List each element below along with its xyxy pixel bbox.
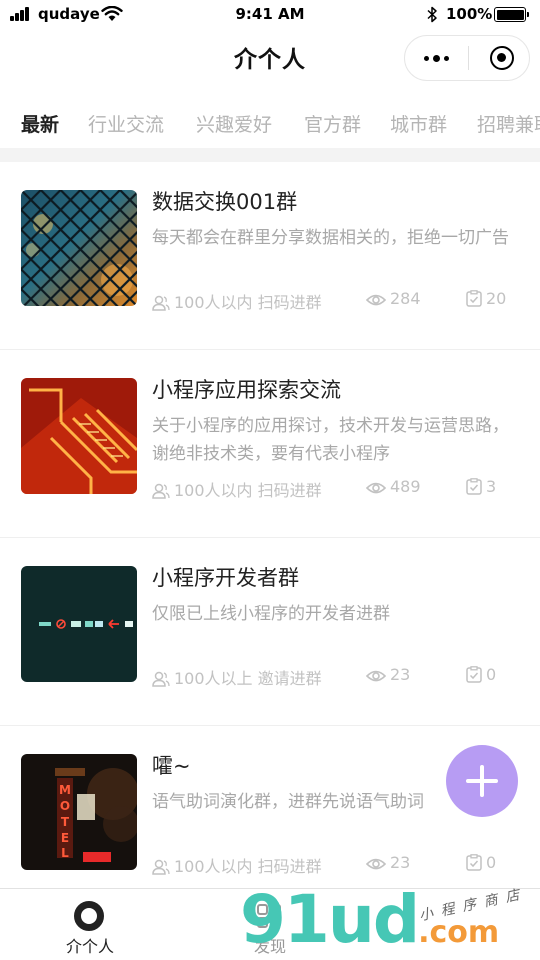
group-views: 23 [365, 665, 411, 684]
group-title: 嚯~ [152, 754, 191, 778]
group-card[interactable]: 小程序开发者群 仅限已上线小程序的开发者进群 100人以上 邀请进群 23 0 [0, 538, 540, 726]
add-group-button[interactable] [446, 745, 518, 817]
svg-text:M: M [59, 783, 71, 797]
group-count: 0 [466, 665, 496, 684]
group-count-text: 0 [486, 665, 497, 684]
tabbar-label-home: 介个人 [65, 937, 114, 956]
more-button[interactable] [405, 36, 468, 80]
tab-industry[interactable]: 行业交流 [88, 110, 164, 137]
svg-text:O: O [60, 799, 70, 813]
group-size-text: 100人以内 扫码进群 [174, 293, 322, 312]
group-title: 数据交换001群 [152, 190, 298, 214]
battery-percent: 100% [446, 5, 493, 23]
status-bar: qudaye 9:41 AM 100% [0, 0, 540, 30]
tab-hobbies[interactable]: 兴趣爱好 [196, 110, 272, 137]
eye-icon [365, 858, 387, 870]
group-description: 仅限已上线小程序的开发者进群 [152, 604, 390, 624]
target-icon [490, 46, 514, 70]
discover-icon [257, 904, 281, 928]
group-description: 每天都会在群里分享数据相关的，拒绝一切广告 [152, 228, 509, 248]
members-icon [152, 859, 170, 875]
group-count-text: 0 [486, 853, 497, 872]
group-thumbnail [21, 190, 137, 306]
group-views-text: 23 [390, 853, 411, 872]
eye-icon [365, 670, 387, 682]
members-icon [152, 671, 170, 687]
group-thumbnail [21, 378, 137, 494]
tabbar-item-discover[interactable]: 发现 [180, 889, 360, 960]
tab-official[interactable]: 官方群 [304, 110, 361, 137]
group-size-text: 100人以上 邀请进群 [174, 669, 322, 688]
group-views-text: 489 [390, 477, 421, 496]
group-views-text: 284 [390, 289, 421, 308]
clipboard-icon [466, 666, 482, 683]
group-size: 100人以内 扫码进群 [152, 289, 322, 313]
tabbar-label-discover: 发现 [253, 937, 286, 956]
group-count-text: 3 [486, 477, 497, 496]
category-tabs: 最新 行业交流 兴趣爱好 官方群 城市群 招聘兼职 [0, 104, 540, 144]
group-views: 284 [365, 289, 421, 308]
group-size-text: 100人以内 扫码进群 [174, 481, 322, 500]
group-title: 小程序应用探索交流 [152, 378, 341, 402]
group-thumbnail [21, 566, 137, 682]
svg-text:T: T [61, 815, 70, 829]
tabbar-item-home[interactable]: 介个人 [0, 889, 180, 960]
group-title: 小程序开发者群 [152, 566, 299, 590]
group-description: 关于小程序的应用探讨，技术开发与运营思路，谢绝非技术类，要有代表小程序 [152, 416, 509, 464]
svg-text:E: E [61, 831, 69, 845]
clipboard-icon [466, 478, 482, 495]
group-count: 3 [466, 477, 496, 496]
group-views: 489 [365, 477, 421, 496]
svg-text:L: L [61, 846, 69, 860]
bottom-tab-bar: 介个人 发现 [0, 888, 540, 960]
eye-icon [365, 482, 387, 494]
members-icon [152, 483, 170, 499]
group-card[interactable]: 小程序应用探索交流 关于小程序的应用探讨，技术开发与运营思路，谢绝非技术类，要有… [0, 350, 540, 538]
group-size: 100人以上 邀请进群 [152, 665, 322, 689]
battery-icon [494, 7, 529, 22]
tab-city[interactable]: 城市群 [390, 110, 447, 137]
clipboard-icon [466, 290, 482, 307]
close-mini-program-button[interactable] [469, 36, 531, 80]
more-dots-icon [424, 55, 450, 62]
home-ring-icon [74, 901, 104, 931]
bluetooth-icon [427, 6, 437, 23]
clipboard-icon [466, 854, 482, 871]
group-thumbnail: M O T E L [21, 754, 137, 870]
members-icon [152, 295, 170, 311]
group-count: 20 [466, 289, 506, 308]
tab-jobs[interactable]: 招聘兼职 [477, 110, 540, 137]
group-views-text: 23 [390, 665, 411, 684]
mini-program-capsule [404, 35, 530, 81]
group-count-text: 20 [486, 289, 507, 308]
section-divider [0, 148, 540, 162]
group-views: 23 [365, 853, 411, 872]
group-count: 0 [466, 853, 496, 872]
eye-icon [365, 294, 387, 306]
group-size: 100人以内 扫码进群 [152, 853, 322, 877]
tab-latest[interactable]: 最新 [21, 110, 59, 137]
group-size: 100人以内 扫码进群 [152, 477, 322, 501]
group-card[interactable]: 数据交换001群 每天都会在群里分享数据相关的，拒绝一切广告 100人以内 扫码… [0, 162, 540, 350]
group-size-text: 100人以内 扫码进群 [174, 857, 322, 876]
